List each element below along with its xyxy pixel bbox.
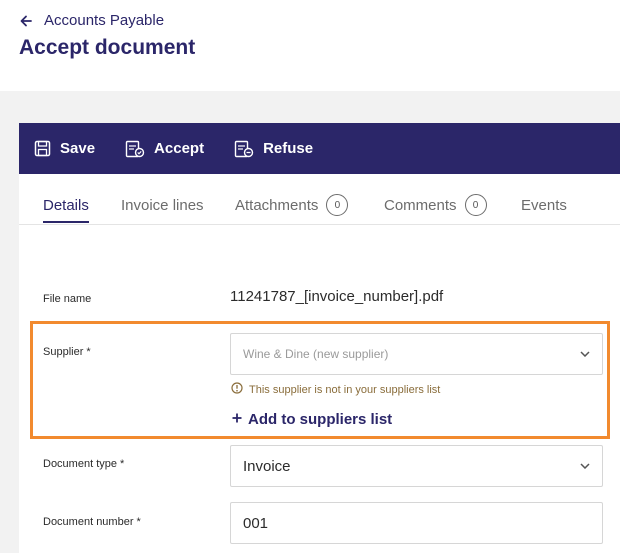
plus-icon — [232, 410, 242, 428]
supplier-warning: This supplier is not in your suppliers l… — [231, 381, 440, 399]
accept-button[interactable]: Accept — [125, 140, 204, 158]
supplier-label: Supplier * — [43, 346, 91, 358]
supplier-warning-text: This supplier is not in your suppliers l… — [249, 384, 441, 396]
chevron-down-icon — [580, 351, 590, 357]
warning-circle-icon — [231, 381, 243, 399]
supplier-select[interactable]: Wine & Dine (new supplier) — [230, 333, 603, 375]
page-title: Accept document — [19, 36, 196, 59]
back-link[interactable]: Accounts Payable — [20, 12, 164, 29]
document-check-icon — [125, 140, 145, 158]
save-icon — [34, 140, 51, 157]
refuse-label: Refuse — [263, 140, 314, 157]
tab-attachments[interactable]: Attachments 0 — [235, 194, 349, 216]
document-card: Details Invoice lines Attachments 0 Comm… — [19, 174, 620, 553]
document-cancel-icon — [234, 140, 254, 158]
save-button[interactable]: Save — [34, 140, 95, 157]
page-background-left — [0, 123, 19, 553]
document-number-input[interactable] — [230, 502, 603, 544]
document-type-select[interactable]: Invoice — [230, 445, 603, 487]
attachments-count-badge: 0 — [326, 194, 349, 216]
tab-comments[interactable]: Comments 0 — [384, 194, 487, 216]
file-name-label: File name — [43, 293, 92, 305]
add-to-suppliers-button[interactable]: Add to suppliers list — [232, 410, 392, 428]
tab-label: Details — [43, 197, 89, 214]
action-toolbar: Save Accept Refuse — [19, 123, 620, 174]
document-type-label: Document type * — [43, 458, 125, 470]
chevron-down-icon — [580, 463, 590, 469]
tab-invoice-lines[interactable]: Invoice lines — [121, 197, 204, 214]
tab-details[interactable]: Details — [43, 197, 89, 223]
arrow-left-icon — [20, 15, 32, 27]
tab-label: Events — [521, 197, 567, 214]
tab-bar: Details Invoice lines Attachments 0 Comm… — [19, 174, 620, 225]
document-type-value: Invoice — [243, 457, 291, 475]
save-label: Save — [60, 140, 96, 157]
file-name-value: 11241787_[invoice_number].pdf — [230, 288, 444, 305]
comments-count-badge: 0 — [464, 194, 487, 216]
tab-label: Comments — [384, 196, 457, 214]
accept-label: Accept — [154, 140, 205, 157]
tab-label: Invoice lines — [121, 197, 204, 214]
refuse-button[interactable]: Refuse — [234, 140, 313, 158]
tab-label: Attachments — [235, 196, 319, 214]
document-number-label: Document number * — [43, 516, 141, 528]
add-to-suppliers-label: Add to suppliers list — [248, 410, 393, 428]
page-background — [0, 91, 620, 123]
page-header: Accounts Payable Accept document — [0, 0, 620, 91]
back-link-label: Accounts Payable — [44, 12, 165, 29]
supplier-select-value: Wine & Dine (new supplier) — [243, 347, 389, 361]
tab-events[interactable]: Events — [521, 197, 567, 214]
